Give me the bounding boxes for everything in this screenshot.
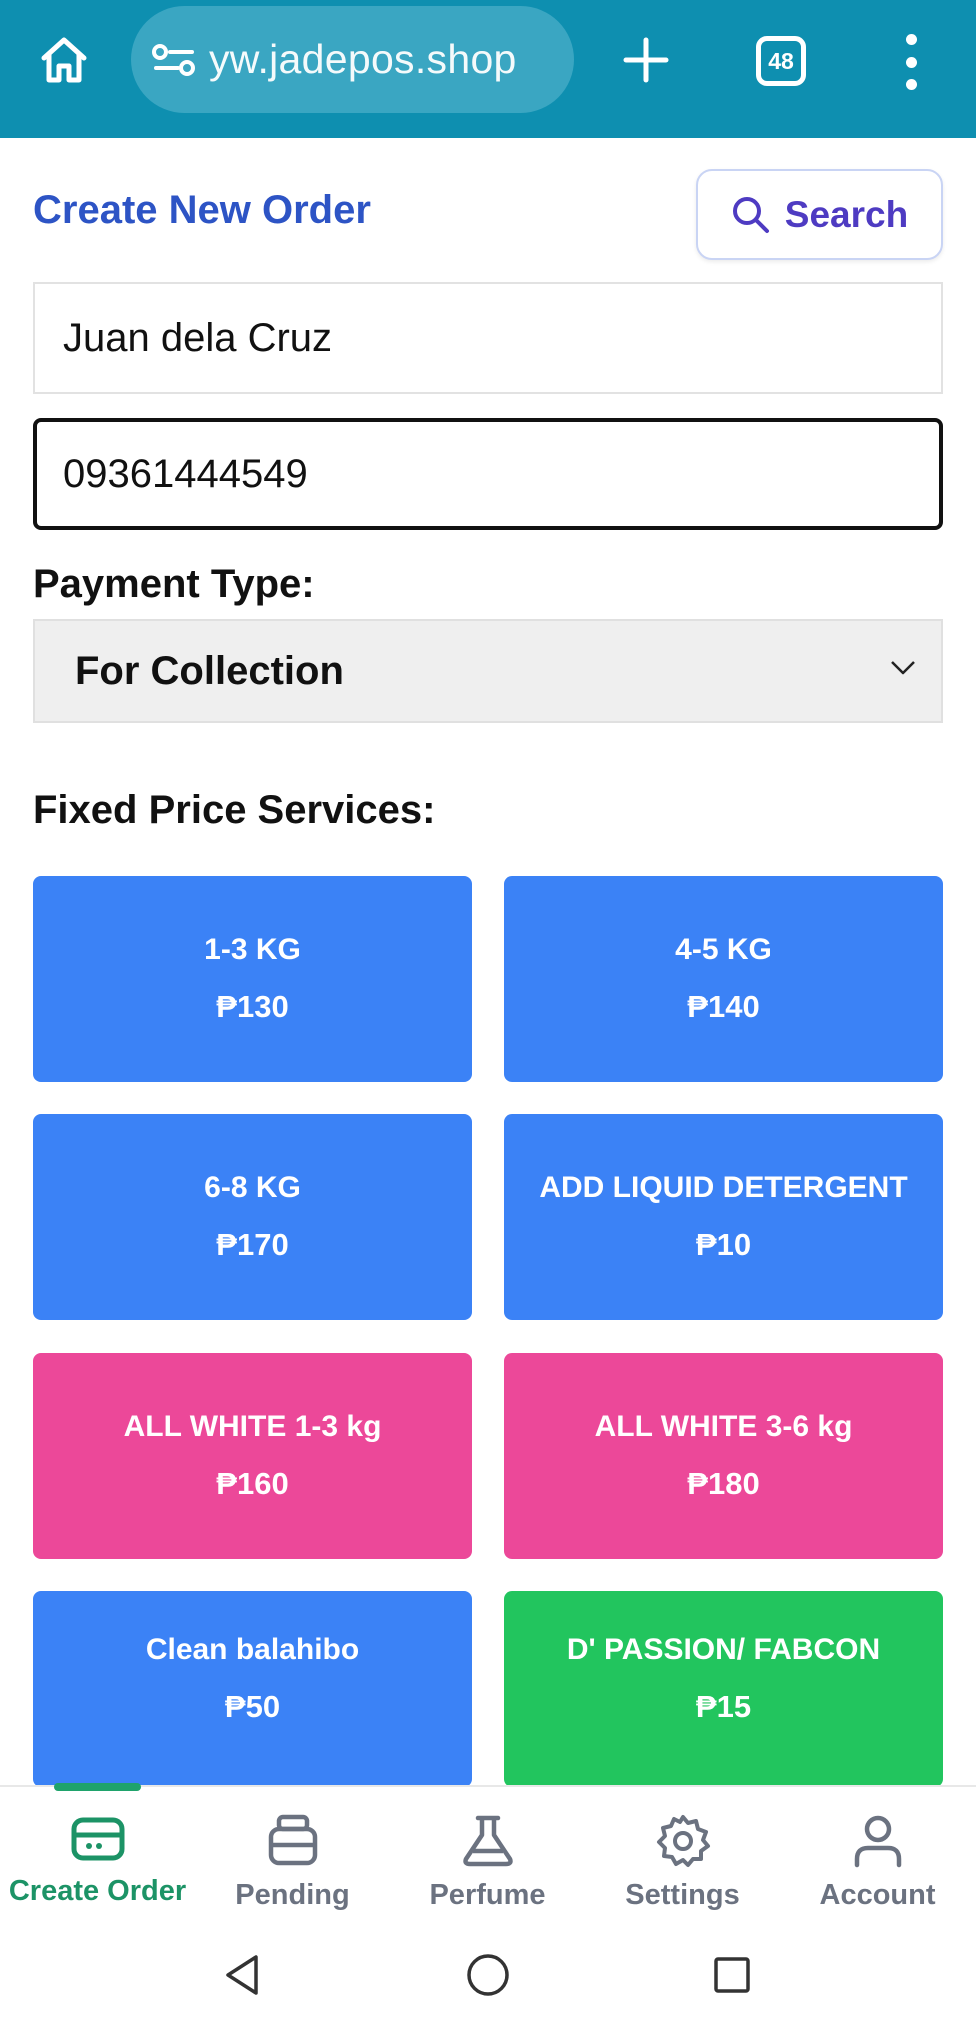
service-button[interactable]: D' PASSION/ FABCON ₱15 xyxy=(504,1591,943,1787)
url-text[interactable]: yw.jadepos.shop xyxy=(209,36,517,83)
service-name: 6-8 KG xyxy=(204,1171,301,1204)
payment-type-label: Payment Type: xyxy=(33,562,315,606)
address-bar[interactable]: yw.jadepos.shop xyxy=(131,6,574,113)
payment-type-select[interactable]: For Collection xyxy=(33,619,943,723)
back-icon[interactable] xyxy=(214,1945,274,2005)
chevron-down-icon xyxy=(891,661,915,675)
card-icon xyxy=(71,1817,124,1861)
user-icon xyxy=(854,1815,901,1868)
service-name: D' PASSION/ FABCON xyxy=(566,1633,881,1666)
service-price: ₱15 xyxy=(695,1689,752,1724)
services-heading: Fixed Price Services: xyxy=(33,788,436,832)
search-button[interactable]: Search xyxy=(696,169,943,260)
service-button[interactable]: ALL WHITE 1-3 kg ₱160 xyxy=(33,1353,472,1559)
service-button[interactable]: 4-5 KG ₱140 xyxy=(504,876,943,1082)
service-price: ₱130 xyxy=(216,989,289,1024)
site-settings-icon[interactable] xyxy=(151,37,197,83)
service-price: ₱10 xyxy=(695,1227,752,1262)
nav-account[interactable]: Account xyxy=(780,1813,975,1912)
payment-type-value: For Collection xyxy=(75,648,344,693)
nav-label: Settings xyxy=(625,1879,740,1911)
service-name: 4-5 KG xyxy=(675,933,772,966)
page-title: Create New Order xyxy=(33,188,371,232)
service-price: ₱180 xyxy=(687,1466,760,1501)
basket-icon xyxy=(268,1814,317,1866)
service-price: ₱160 xyxy=(216,1466,289,1501)
customer-name-input[interactable]: Juan dela Cruz xyxy=(33,282,943,394)
service-button[interactable]: ALL WHITE 3-6 kg ₱180 xyxy=(504,1353,943,1559)
browser-toolbar: yw.jadepos.shop 48 xyxy=(0,0,976,138)
menu-icon[interactable] xyxy=(896,34,926,90)
service-name: 1-3 KG xyxy=(204,933,301,966)
nav-label: Account xyxy=(819,1879,936,1911)
tab-count: 48 xyxy=(768,47,794,74)
service-price: ₱140 xyxy=(687,989,760,1024)
search-icon xyxy=(732,196,769,233)
service-button[interactable]: Clean balahibo ₱50 xyxy=(33,1591,472,1787)
service-name: ALL WHITE 3-6 kg xyxy=(594,1410,853,1443)
nav-perfume[interactable]: Perfume xyxy=(390,1813,585,1912)
service-price: ₱170 xyxy=(216,1227,289,1262)
service-name: ALL WHITE 1-3 kg xyxy=(123,1410,382,1443)
bottom-nav: Create Order Pending Perfume Settings Ac… xyxy=(0,1783,976,1917)
gear-icon xyxy=(656,1815,710,1867)
service-button[interactable]: 6-8 KG ₱170 xyxy=(33,1114,472,1320)
service-name: ADD LIQUID DETERGENT xyxy=(539,1171,908,1204)
search-label: Search xyxy=(784,193,909,235)
flask-icon xyxy=(462,1815,513,1867)
nav-label: Create Order xyxy=(8,1875,187,1907)
nav-create-order[interactable]: Create Order xyxy=(0,1813,195,1908)
phone-input[interactable]: 09361444549 xyxy=(33,418,943,530)
system-nav-bar xyxy=(0,1917,976,2040)
nav-label: Pending xyxy=(235,1879,350,1911)
nav-pending[interactable]: Pending xyxy=(195,1813,390,1912)
active-tab-indicator xyxy=(54,1783,141,1791)
nav-label: Perfume xyxy=(429,1879,546,1911)
nav-settings[interactable]: Settings xyxy=(585,1813,780,1912)
home-icon[interactable] xyxy=(36,28,92,92)
home-circle-icon[interactable] xyxy=(458,1945,518,2005)
service-price: ₱50 xyxy=(224,1689,281,1724)
new-tab-icon[interactable] xyxy=(620,34,672,86)
tabs-icon[interactable]: 48 xyxy=(756,36,806,86)
recents-icon[interactable] xyxy=(702,1945,762,2005)
service-button[interactable]: ADD LIQUID DETERGENT ₱10 xyxy=(504,1114,943,1320)
service-button[interactable]: 1-3 KG ₱130 xyxy=(33,876,472,1082)
service-name: Clean balahibo xyxy=(145,1633,360,1666)
